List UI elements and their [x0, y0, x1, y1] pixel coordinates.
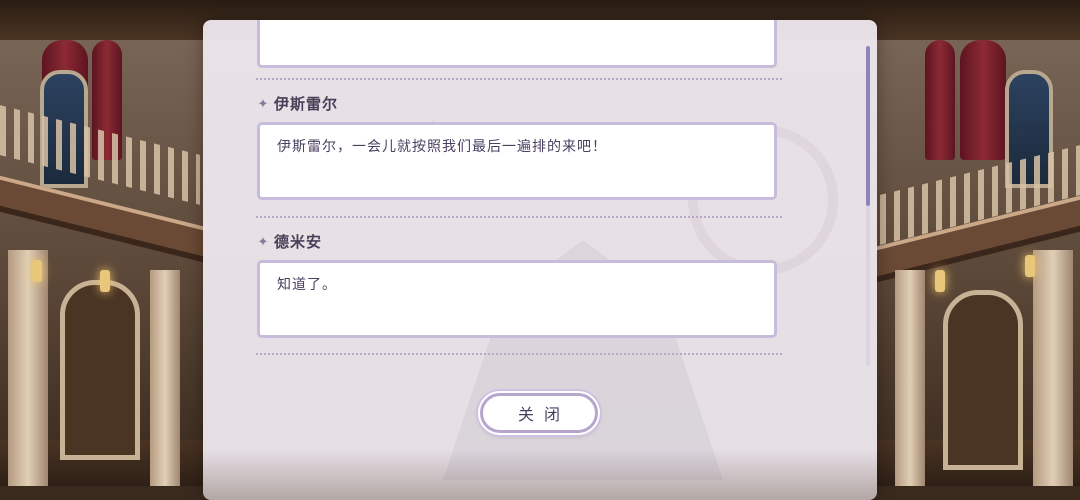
- speaker-name: 伊斯雷尔: [274, 94, 339, 113]
- curtain: [925, 40, 955, 160]
- right-balcony-wall: [865, 0, 1080, 486]
- wall-lamp: [100, 270, 110, 292]
- sparkle-icon: ✦: [257, 97, 269, 112]
- entry-divider: [256, 78, 782, 80]
- pillar: [150, 270, 180, 486]
- speaker-row: ✦ 德米安: [256, 230, 322, 252]
- pillar: [895, 270, 925, 486]
- sparkle-icon: ✦: [257, 235, 269, 250]
- log-scrollbar[interactable]: [866, 46, 870, 366]
- dialog-log-list[interactable]: ✦ 伊斯雷尔 伊斯雷尔，一会儿就按照我们最后一遍排的来吧！ ✦ 德米安 知道了。: [203, 20, 863, 370]
- close-button[interactable]: 关闭: [480, 393, 598, 433]
- archway: [943, 290, 1023, 470]
- wall-lamp: [32, 260, 42, 282]
- dialog-bubble: 伊斯雷尔，一会儿就按照我们最后一遍排的来吧！: [257, 122, 777, 200]
- curtain: [960, 40, 1006, 160]
- dialog-bubble: [257, 20, 777, 68]
- dialog-bubble: 知道了。: [257, 260, 777, 338]
- speaker-row: ✦ 伊斯雷尔: [256, 92, 338, 114]
- archway: [60, 280, 140, 460]
- left-balcony-wall: [0, 0, 215, 486]
- wall-lamp: [935, 270, 945, 292]
- pillar: [1033, 250, 1073, 486]
- close-button-label: 关闭: [517, 405, 570, 424]
- dialog-log-panel: ✦ 伊斯雷尔 伊斯雷尔，一会儿就按照我们最后一遍排的来吧！ ✦ 德米安 知道了。…: [203, 20, 877, 500]
- pillar: [8, 250, 48, 486]
- dialog-text: 伊斯雷尔，一会儿就按照我们最后一遍排的来吧！: [277, 139, 607, 155]
- dialog-text: 知道了。: [277, 277, 337, 293]
- entry-divider: [256, 216, 782, 218]
- scroll-thumb[interactable]: [866, 46, 870, 206]
- speaker-name: 德米安: [274, 232, 323, 251]
- wall-lamp: [1025, 255, 1035, 277]
- entry-divider: [256, 353, 782, 355]
